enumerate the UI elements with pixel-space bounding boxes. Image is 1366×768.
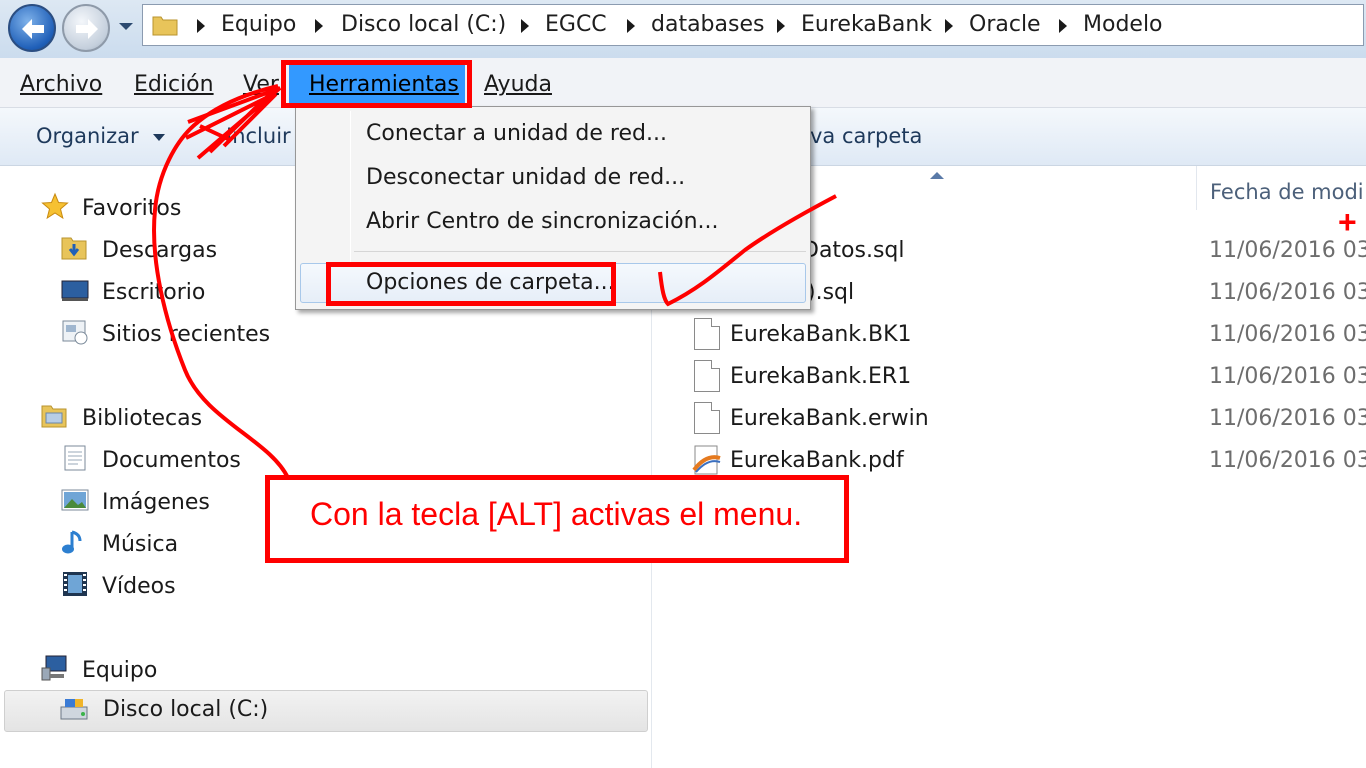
annotation-callout-text: Con la tecla [ALT] activas el menu. — [310, 496, 803, 532]
annotation-plus-mark: + — [1338, 204, 1357, 240]
annotation-arrow-drawing — [152, 84, 837, 479]
explorer-window: Equipo Disco local (C:) EGCC databases E… — [0, 0, 1366, 768]
annotation-callout: Con la tecla [ALT] activas el menu. — [265, 475, 849, 563]
